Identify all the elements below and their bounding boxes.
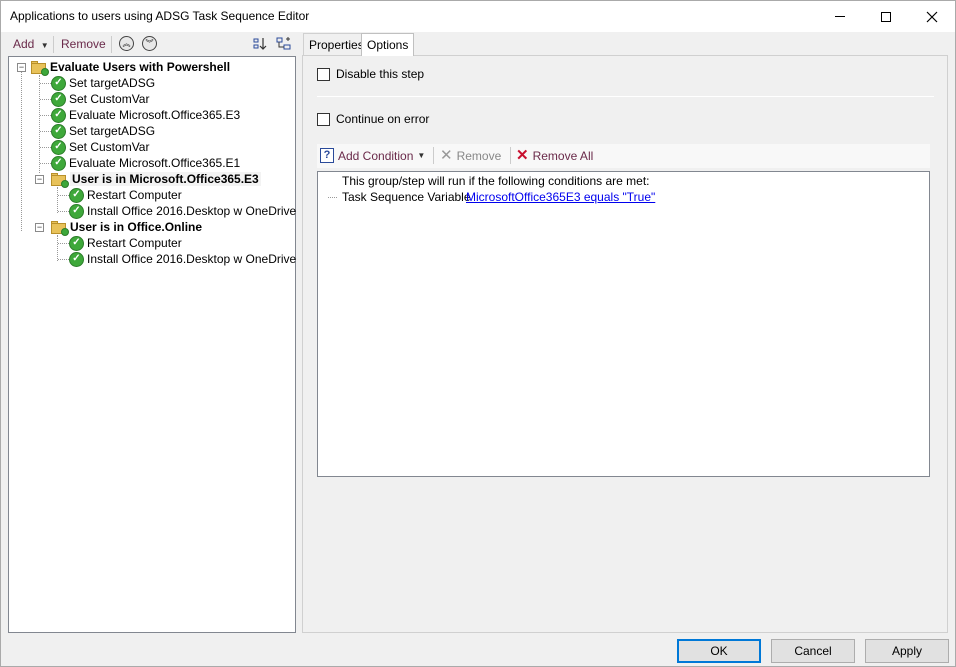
success-check-icon: ✓ (69, 235, 84, 251)
move-down-button[interactable]: ︾ (142, 36, 157, 51)
tree-connector (58, 195, 69, 196)
help-question-icon: ? (320, 148, 334, 163)
tree-item-group[interactable]: Evaluate Users with Powershell (31, 59, 230, 76)
tree-item-step[interactable]: ✓ Set CustomVar (51, 91, 149, 107)
tree-connector (57, 235, 58, 261)
double-chevron-up-icon: ︽ (122, 38, 131, 48)
section-divider (317, 96, 934, 97)
task-sequence-tree[interactable]: − − − Evaluate Users with Powershell ✓ S… (8, 56, 296, 633)
condition-list[interactable]: This group/step will run if the followin… (317, 171, 930, 477)
success-check-icon: ✓ (51, 107, 66, 123)
add-menu-button[interactable]: Add ▼ (13, 37, 49, 51)
tree-connector (39, 75, 40, 173)
minimize-icon (835, 16, 845, 17)
tree-item-step[interactable]: ✓ Evaluate Microsoft.Office365.E1 (51, 155, 240, 171)
tree-item-group[interactable]: User is in Office.Online (51, 219, 202, 236)
tree-item-step[interactable]: ✓ Set targetADSG (51, 75, 155, 91)
close-icon (926, 11, 938, 22)
move-up-button[interactable]: ︽ (119, 36, 134, 51)
condition-type: Task Sequence Variable (342, 190, 471, 204)
tree-connector (40, 115, 51, 116)
apply-button[interactable]: Apply (865, 639, 949, 663)
collapse-toggle[interactable]: − (17, 63, 26, 72)
collapse-toggle[interactable]: − (35, 175, 44, 184)
remove-step-button[interactable]: Remove (61, 37, 106, 51)
continue-on-error-checkbox[interactable]: Continue on error (317, 112, 429, 126)
toolbar-divider (53, 36, 54, 53)
close-icon: ✕ (516, 147, 529, 164)
tree-connector (40, 163, 51, 164)
group-folder-icon (31, 60, 49, 76)
tree-item-step[interactable]: ✓ Evaluate Microsoft.Office365.E3 (51, 107, 240, 123)
maximize-icon (881, 11, 891, 22)
tree-connector (58, 211, 69, 212)
tree-item-step[interactable]: ✓ Install Office 2016.Desktop w OneDrive (69, 203, 296, 219)
group-folder-icon (51, 172, 69, 188)
condition-link[interactable]: MicrosoftOffice365E3 equals "True" (466, 190, 655, 204)
tree-connector (40, 131, 51, 132)
tree-connector (21, 71, 22, 231)
tree-connector (40, 83, 51, 84)
ok-button[interactable]: OK (677, 639, 761, 663)
success-check-icon: ✓ (69, 251, 84, 267)
add-condition-button[interactable]: ? Add Condition ▼ (320, 148, 425, 163)
condition-toolbar: ? Add Condition ▼ ✕ Remove ✕ Remove All (317, 144, 930, 168)
tree-connector (328, 197, 337, 198)
tree-item-step[interactable]: ✓ Set targetADSG (51, 123, 155, 139)
sort-icon (253, 38, 267, 50)
tree-item-step[interactable]: ✓ Install Office 2016.Desktop w OneDrive (69, 251, 296, 267)
maximize-button[interactable] (863, 1, 909, 32)
tree-toolbar: Add ▼ Remove ︽ ︾ (8, 33, 296, 55)
double-chevron-down-icon: ︾ (145, 38, 154, 48)
minimize-button[interactable] (817, 1, 863, 32)
toolbar-divider (111, 36, 112, 53)
tab-properties[interactable]: Properties (303, 33, 370, 55)
editor-window: Applications to users using ADSG Task Se… (0, 0, 956, 667)
tree-connector (57, 187, 58, 213)
tree-item-group-selected[interactable]: User is in Microsoft.Office365.E3 (51, 171, 261, 188)
checkbox-box[interactable] (317, 67, 330, 81)
chevron-down-icon: ▼ (40, 41, 49, 50)
condition-header: This group/step will run if the followin… (342, 174, 650, 188)
toolbar-divider (433, 147, 434, 164)
sort-ascending-button[interactable] (252, 36, 268, 52)
success-check-icon: ✓ (51, 123, 66, 139)
success-check-icon: ✓ (69, 203, 84, 219)
checkbox-box[interactable] (317, 112, 330, 126)
remove-all-conditions-button[interactable]: ✕ Remove All (516, 148, 593, 163)
toolbar-divider (510, 147, 511, 164)
group-folder-icon (51, 220, 69, 236)
tree-connector (40, 99, 51, 100)
success-check-icon: ✓ (51, 155, 66, 171)
success-check-icon: ✓ (51, 91, 66, 107)
chevron-down-icon: ▼ (417, 151, 426, 160)
success-check-icon: ✓ (51, 139, 66, 155)
title-bar: Applications to users using ADSG Task Se… (1, 1, 955, 32)
success-check-icon: ✓ (51, 75, 66, 91)
tree-item-step[interactable]: ✓ Restart Computer (69, 187, 182, 203)
collapse-toggle[interactable]: − (35, 223, 44, 232)
remove-condition-button[interactable]: ✕ Remove (440, 148, 501, 163)
cancel-button[interactable]: Cancel (771, 639, 855, 663)
success-check-icon: ✓ (69, 187, 84, 203)
tree-item-step[interactable]: ✓ Restart Computer (69, 235, 182, 251)
tree-connector (58, 259, 69, 260)
close-icon: ✕ (440, 147, 453, 164)
window-title: Applications to users using ADSG Task Se… (10, 9, 310, 23)
tree-connector (40, 147, 51, 148)
tab-options[interactable]: Options (361, 33, 415, 56)
tree-expand-icon (276, 37, 291, 50)
expand-collapse-button[interactable] (276, 36, 292, 52)
tree-item-step[interactable]: ✓ Set CustomVar (51, 139, 149, 155)
tree-connector (58, 243, 69, 244)
disable-step-checkbox[interactable]: Disable this step (317, 67, 424, 81)
close-button[interactable] (909, 1, 955, 32)
